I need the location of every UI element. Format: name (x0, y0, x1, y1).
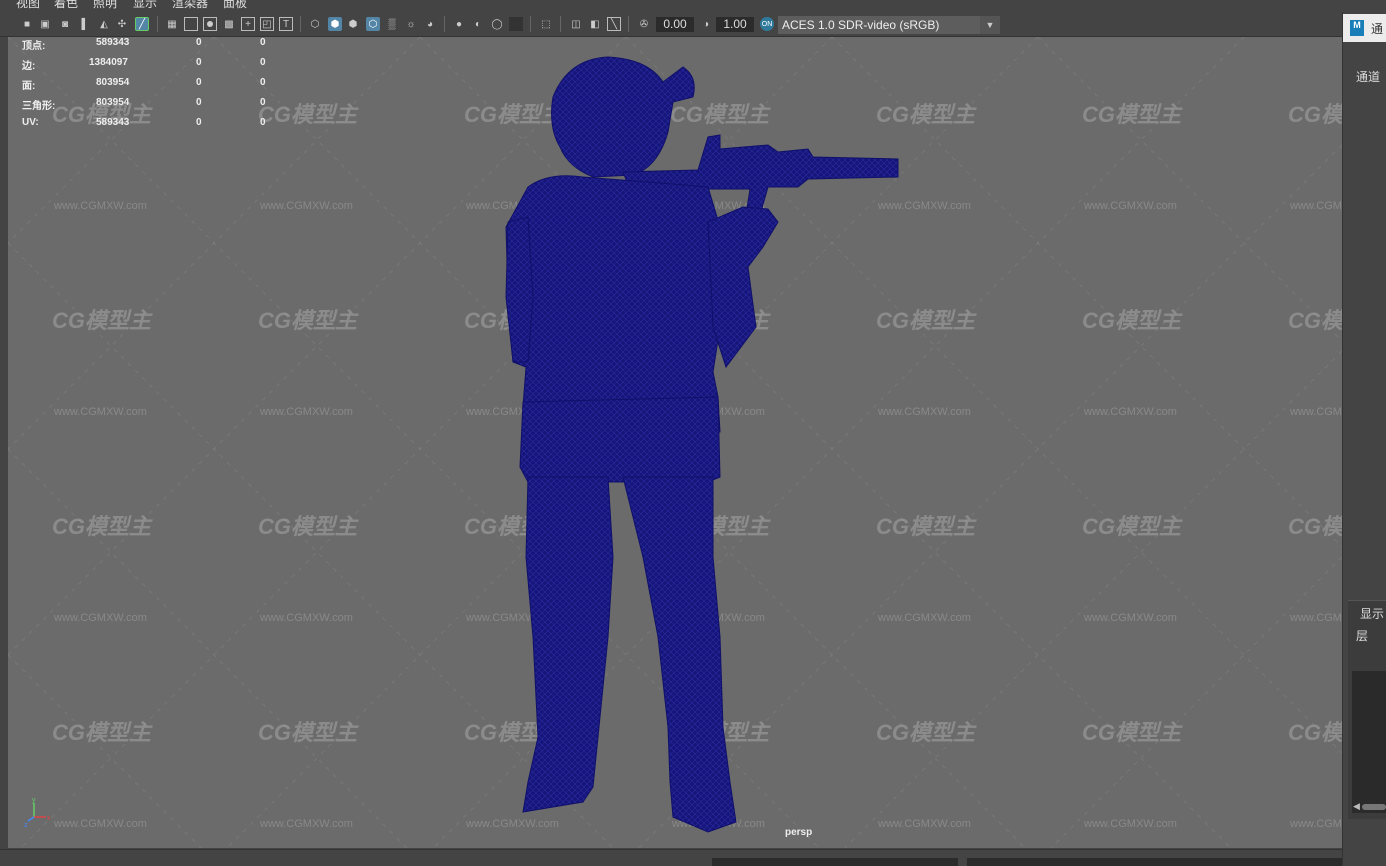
exposure-field[interactable]: 0.00 (656, 17, 694, 32)
hud-label: 边: (22, 61, 36, 72)
toolbar-separator (444, 16, 445, 32)
toolbar-separator (157, 16, 158, 32)
hud-value: 0 (196, 57, 202, 68)
isolate-select-icon[interactable]: ⬚ (539, 17, 553, 31)
toolbar-separator (560, 16, 561, 32)
chevron-down-icon[interactable]: ▼ (980, 16, 1000, 34)
camera-icon[interactable]: ■ (20, 17, 34, 31)
scrollbar-thumb[interactable] (1362, 804, 1386, 810)
menu-shading[interactable]: 着色 (54, 0, 78, 9)
scroll-left-icon[interactable]: ◀ (1353, 801, 1360, 812)
hud-value: 589343 (96, 37, 130, 48)
hud-value: 1384097 (89, 57, 128, 68)
color-space-value: ACES 1.0 SDR-video (sRGB) (782, 18, 940, 32)
menu-lighting[interactable]: 照明 (93, 0, 117, 9)
axis-x-label: x (47, 815, 51, 822)
layer-list[interactable] (1352, 671, 1386, 801)
hud-label: 顶点: (22, 41, 46, 52)
xray-joints-icon[interactable]: ◧ (588, 17, 602, 31)
gate-mask-icon[interactable]: ▩ (222, 17, 236, 31)
pencil-icon[interactable]: ╱ (135, 17, 149, 31)
toolbar-separator (628, 16, 629, 32)
channels-menu[interactable]: 通道 (1356, 68, 1380, 85)
motion-blur-icon[interactable]: ◐ (471, 17, 485, 31)
menu-panels[interactable]: 面板 (223, 0, 247, 9)
hud-row-triangles: 三角形: 803954 0 0 (22, 97, 282, 112)
field-chart-icon[interactable]: + (241, 17, 255, 31)
wireframe-icon[interactable]: ⬡ (308, 17, 322, 31)
axis-y-label: y (32, 797, 36, 804)
hud-row-vertices: 顶点: 589343 0 0 (22, 37, 282, 52)
depth-of-field-icon[interactable] (509, 17, 523, 31)
screen-space-ao-icon[interactable]: ● (452, 17, 466, 31)
hud-row-faces: 面: 803954 0 0 (22, 77, 282, 92)
horizontal-scrollbar[interactable]: ◀ (1352, 801, 1386, 813)
image-plane-icon[interactable]: ▌ (78, 17, 92, 31)
hud-value: 0 (196, 77, 202, 88)
color-management-icon[interactable]: ON (760, 17, 774, 31)
grid-icon[interactable]: ▦ (165, 17, 179, 31)
3d-viewport[interactable]: CG模型主 CG模型主 CG模型主 CG模型主 www.CGMXW.com www.CGM… (8, 37, 1342, 848)
hud-row-edges: 边: 1384097 0 0 (22, 57, 282, 72)
hud-value: 0 (260, 117, 266, 128)
safe-action-icon[interactable]: ◰ (260, 17, 274, 31)
maya-logo-icon: M (1350, 20, 1364, 36)
lights-icon[interactable]: ☼ (404, 17, 418, 31)
hud-value: 0 (260, 77, 266, 88)
hud-label: 面: (22, 81, 36, 92)
viewport-toolbar: ■ ▣ ◙ ▌ ◭ ✣ ╱ ▦ ▩ + ◰ T ⬡ ⬢ ⬢ ⬡ ▒ ☼ ◕ ● … (0, 12, 1342, 37)
multisample-aa-icon[interactable]: ◯ (490, 17, 504, 31)
toolbar-separator (530, 16, 531, 32)
gamma-icon[interactable]: ◑ (699, 17, 713, 31)
wireframe-on-shaded-icon[interactable]: ⬢ (346, 17, 360, 31)
textured-icon[interactable]: ⬡ (366, 17, 380, 31)
channel-box-panel: M 通 通道 显示 层 ◀ (1342, 12, 1386, 865)
bookmark-icon[interactable]: ◙ (58, 17, 72, 31)
hud-value: 0 (196, 37, 202, 48)
display-tab[interactable]: 显示 (1360, 605, 1384, 622)
xray-icon[interactable]: ◫ (569, 17, 583, 31)
hud-label: 三角形: (22, 101, 56, 112)
gamma-field[interactable]: 1.00 (716, 17, 754, 32)
hud-value: 0 (196, 97, 202, 108)
smooth-shade-icon[interactable]: ⬢ (328, 17, 342, 31)
menu-bar: 视图 着色 照明 显示 渲染器 面板 (0, 0, 1386, 12)
color-space-select[interactable]: ACES 1.0 SDR-video (sRGB) ▼ (778, 16, 1000, 34)
safe-title-icon[interactable]: T (279, 17, 293, 31)
hud-value: 803954 (96, 77, 130, 88)
film-gate-icon[interactable] (184, 17, 198, 31)
camera-attr-icon[interactable]: ▣ (38, 17, 52, 31)
hud-row-uvs: UV: 589343 0 0 (22, 117, 282, 129)
hud-value: 0 (196, 117, 202, 128)
hud-value: 803954 (96, 97, 130, 108)
menu-renderer[interactable]: 渲染器 (172, 0, 208, 9)
isolate-camera-icon[interactable]: ◭ (97, 17, 111, 31)
axis-gizmo: y x z (24, 797, 64, 832)
hud-label: UV: (22, 117, 39, 128)
exposure-icon[interactable]: ✇ (637, 17, 651, 31)
layer-editor: 显示 层 ◀ (1348, 600, 1386, 819)
menu-view[interactable]: 视图 (16, 0, 40, 9)
axis-z-label: z (24, 822, 28, 827)
checker-icon[interactable]: ▒ (385, 17, 399, 31)
menu-show[interactable]: 显示 (133, 0, 157, 9)
layers-menu[interactable]: 层 (1356, 627, 1368, 644)
hud-value: 0 (260, 57, 266, 68)
hud-value: 0 (260, 37, 266, 48)
camera-name-label: persp (785, 827, 813, 838)
status-bar (0, 849, 1342, 866)
move-camera-icon[interactable]: ✣ (115, 17, 129, 31)
backface-cull-icon[interactable]: ╲ (607, 17, 621, 31)
channel-box-tab[interactable]: M 通 (1343, 14, 1386, 42)
soldier-model[interactable] (8, 37, 1342, 848)
shadows-icon[interactable]: ◕ (423, 17, 437, 31)
tab-label: 通 (1371, 22, 1384, 36)
hud-value: 589343 (96, 117, 130, 128)
resolution-gate-icon[interactable] (203, 17, 217, 31)
toolbar-separator (300, 16, 301, 32)
hud-value: 0 (260, 97, 266, 108)
